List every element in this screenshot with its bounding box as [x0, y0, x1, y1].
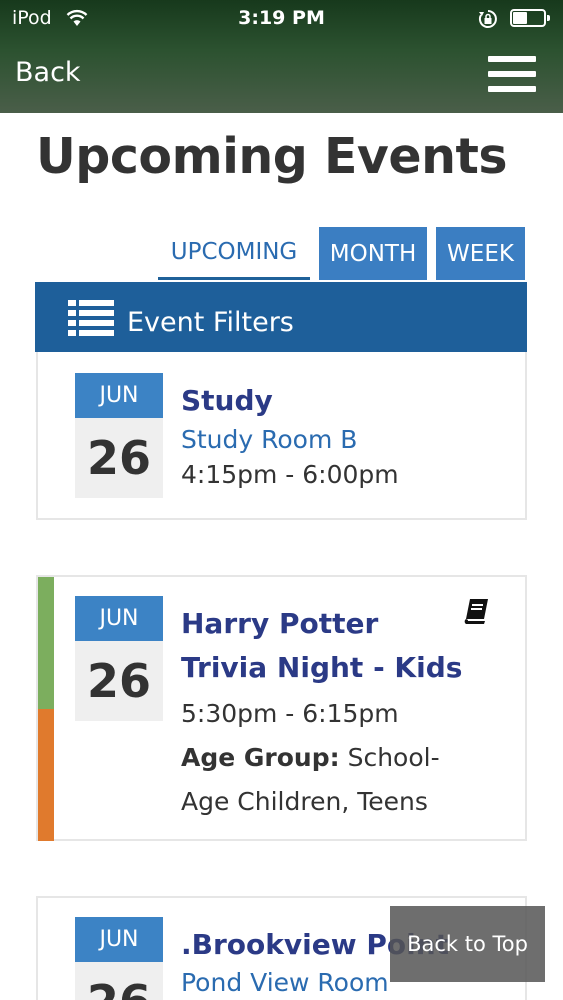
back-to-top-button[interactable]: Back to Top [390, 906, 545, 982]
back-button[interactable]: Back [15, 57, 81, 88]
event-time: 5:30pm - 6:15pm [181, 699, 399, 728]
date-badge: JUN 26 [75, 596, 163, 721]
event-title[interactable]: Harry Potter [181, 602, 378, 646]
category-stripe [38, 577, 54, 709]
battery-icon [510, 9, 550, 27]
tab-week[interactable]: WEEK [436, 227, 525, 280]
event-room[interactable]: Pond View Room [181, 968, 389, 997]
tab-upcoming[interactable]: UPCOMING [158, 227, 310, 280]
date-month: JUN [75, 917, 163, 962]
page-title: Upcoming Events [36, 128, 508, 185]
event-age-group: Age Group: School-Age Children, Teens [181, 736, 471, 824]
tab-month[interactable]: MONTH [319, 227, 427, 280]
hamburger-menu-icon[interactable] [488, 56, 536, 92]
date-badge: JUN 26 [75, 917, 163, 1000]
app-header: iPod 3:19 PM Back [0, 0, 563, 113]
event-card[interactable]: JUN 26 Harry Potter Trivia Night - Kids … [36, 575, 527, 841]
rotation-lock-icon [478, 10, 497, 28]
list-icon [68, 300, 114, 336]
date-day: 26 [75, 641, 163, 721]
event-time: 4:15pm - 6:00pm [181, 460, 399, 489]
age-group-label: Age Group: [181, 743, 340, 772]
book-icon [464, 599, 488, 624]
event-title[interactable]: Study [181, 379, 273, 423]
event-title[interactable]: Trivia Night - Kids [181, 646, 462, 690]
event-card[interactable]: JUN 26 Study Study Room B 4:15pm - 6:00p… [36, 352, 527, 520]
status-bar: iPod 3:19 PM [0, 0, 563, 38]
date-month: JUN [75, 596, 163, 641]
category-stripe [38, 709, 54, 841]
date-day: 26 [75, 418, 163, 498]
event-filters-button[interactable]: Event Filters [35, 282, 527, 352]
date-day: 26 [75, 962, 163, 1000]
event-filters-label: Event Filters [127, 307, 294, 338]
event-room[interactable]: Study Room B [181, 425, 357, 454]
date-badge: JUN 26 [75, 373, 163, 498]
date-month: JUN [75, 373, 163, 418]
